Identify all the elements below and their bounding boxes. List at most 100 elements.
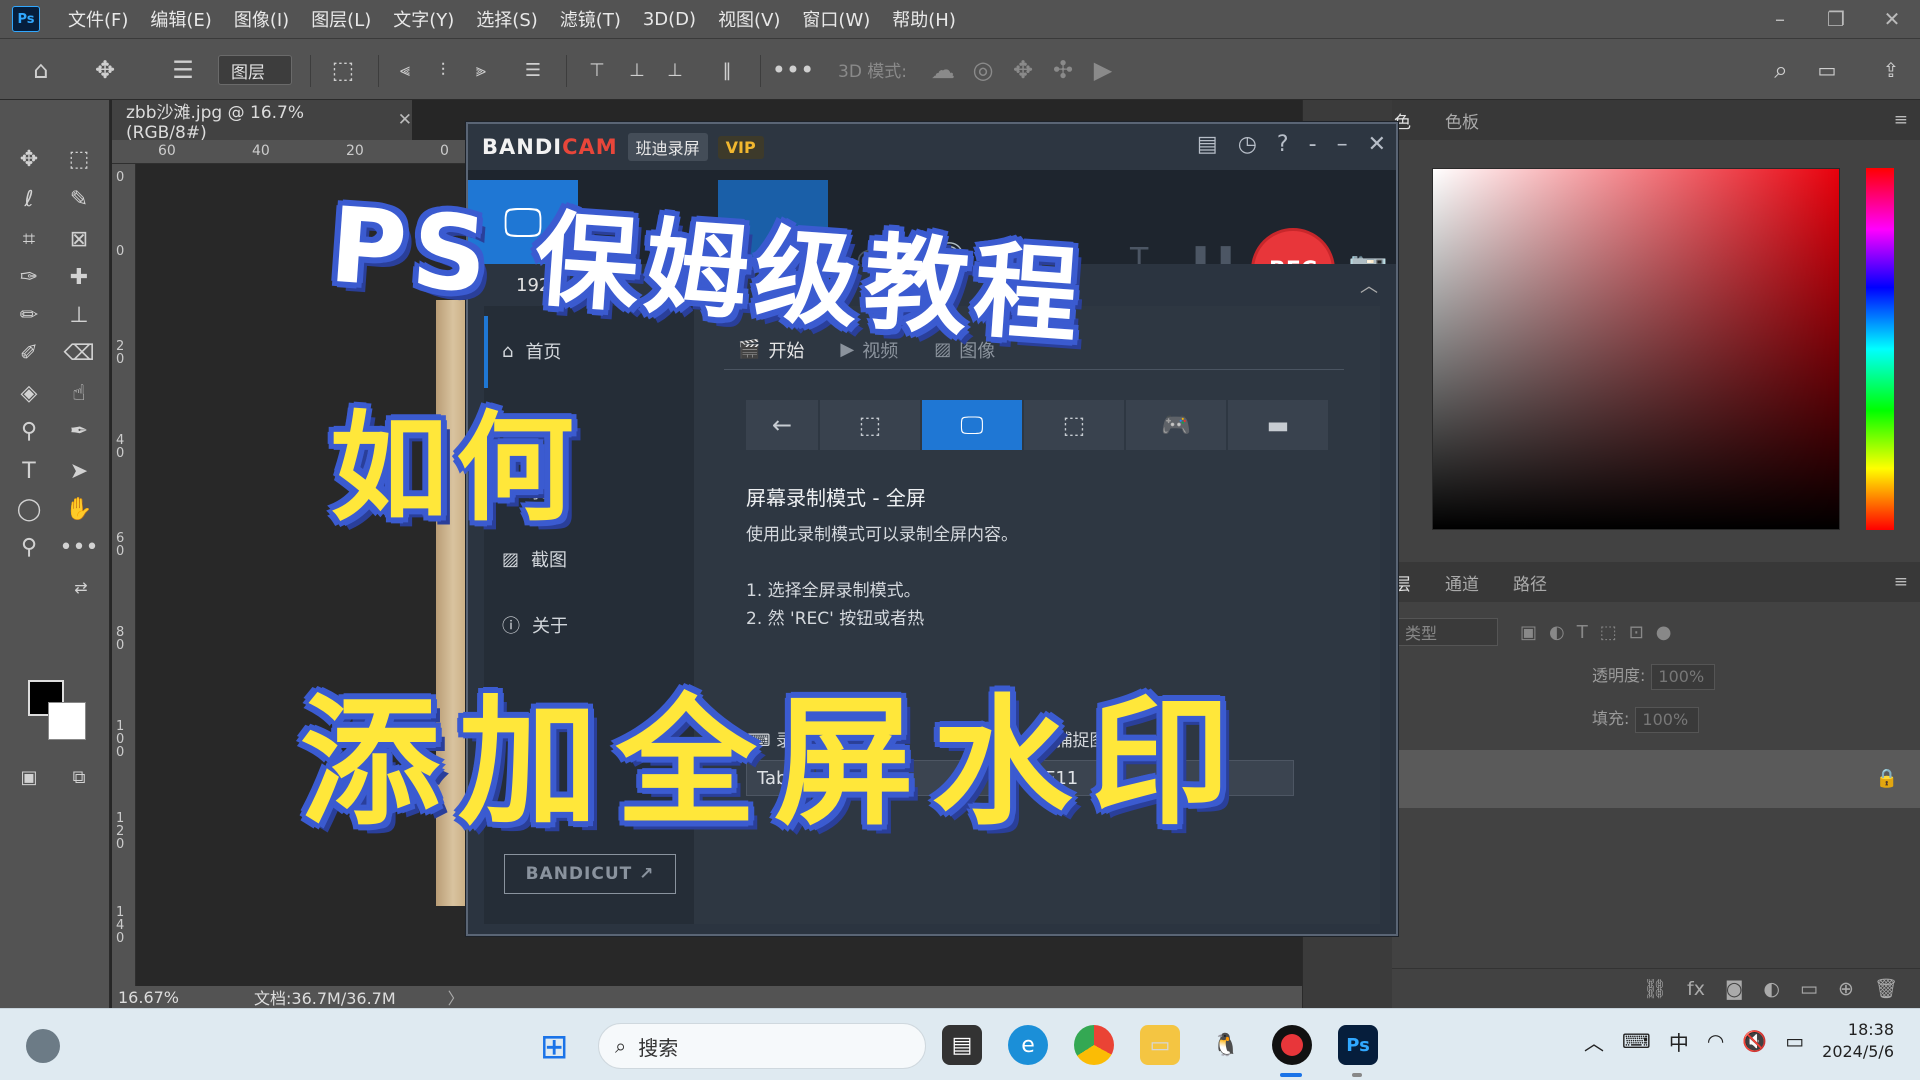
align-middle-icon[interactable]: ⊥ <box>618 51 656 89</box>
minimize-icon[interactable]: – <box>1752 7 1808 31</box>
collapse-icon[interactable]: - <box>1309 132 1317 157</box>
quick-select-icon[interactable]: ✎ <box>62 182 96 216</box>
mute-icon[interactable]: 🔇 <box>1742 1029 1767 1053</box>
chrome-icon[interactable] <box>1074 1025 1114 1065</box>
screen-mode-icon[interactable]: ⧉ <box>62 760 96 794</box>
menu-file[interactable]: 文件(F) <box>68 6 128 32</box>
zoom-level[interactable]: 16.67% <box>118 988 218 1007</box>
menu-view[interactable]: 视图(V) <box>718 6 780 32</box>
hdmi-mode-icon[interactable]: ▬ <box>1228 400 1328 450</box>
panel-menu-icon[interactable]: ≡ <box>1894 572 1908 592</box>
clock-icon[interactable]: ◷ <box>1238 132 1257 157</box>
align-center-icon[interactable]: ⫶ <box>424 51 462 89</box>
align-right-icon[interactable]: ⫸ <box>462 51 500 89</box>
fill-input[interactable]: 100% <box>1635 706 1700 733</box>
menu-filter[interactable]: 滤镜(T) <box>560 6 621 32</box>
eyedropper-icon[interactable]: ✑ <box>12 260 46 294</box>
path-select-icon[interactable]: ➤ <box>62 454 96 488</box>
move-tool-icon[interactable]: ✥ <box>12 142 46 176</box>
menu-image[interactable]: 图像(I) <box>234 6 289 32</box>
eraser-icon[interactable]: ⌫ <box>62 336 96 370</box>
tab-paths[interactable]: 路径 <box>1513 570 1547 595</box>
bandicut-button[interactable]: BANDICUT ↗ <box>504 854 676 894</box>
layer-style-icon[interactable]: fx <box>1687 978 1705 1000</box>
document-tab[interactable]: zbb沙滩.jpg @ 16.7%(RGB/8#) ✕ <box>112 100 412 143</box>
menu-select[interactable]: 选择(S) <box>476 6 537 32</box>
auto-select-icon[interactable]: ☰ <box>164 51 202 89</box>
menu-layer[interactable]: 图层(L) <box>311 6 371 32</box>
task-view-icon[interactable]: ▤ <box>942 1025 982 1065</box>
brush-tool-icon[interactable]: ✏ <box>12 298 46 332</box>
share-icon[interactable]: ⇪ <box>1872 51 1910 89</box>
chevron-up-icon[interactable]: ︿ <box>1584 1027 1604 1056</box>
type-tool-icon[interactable]: T <box>12 454 46 488</box>
edge-icon[interactable]: e <box>1008 1025 1048 1065</box>
ellipse-tool-icon[interactable]: ◯ <box>12 492 46 526</box>
adjustment-layer-icon[interactable]: ◐ <box>1763 978 1780 1000</box>
file-explorer-icon[interactable]: ▭ <box>1140 1025 1180 1065</box>
menu-help[interactable]: 帮助(H) <box>892 6 956 32</box>
chevron-right-icon[interactable]: 〉 <box>448 985 464 1009</box>
layer-filter-icons[interactable]: ▣◐T⬚⊡● <box>1520 622 1684 643</box>
restore-icon[interactable]: ❐ <box>1808 7 1864 31</box>
fullscreen-mode-icon[interactable]: 🖵 <box>922 400 1022 450</box>
back-arrow-icon[interactable]: ← <box>746 400 818 450</box>
clock[interactable]: 18:38 2024/5/6 <box>1822 1019 1894 1063</box>
hand-tool-icon[interactable]: ✋ <box>62 492 96 526</box>
game-mode-icon[interactable]: 🎮 <box>1126 400 1226 450</box>
minimize-icon[interactable]: – <box>1337 132 1348 157</box>
link-layers-icon[interactable]: ⛓ <box>1643 977 1667 1000</box>
stamp-tool-icon[interactable]: ⊥ <box>62 298 96 332</box>
lasso-tool-icon[interactable]: ℓ <box>12 182 46 216</box>
search-icon[interactable]: ⌕ <box>1762 51 1800 89</box>
help-icon[interactable]: ? <box>1277 132 1289 157</box>
delete-layer-icon[interactable]: 🗑 <box>1874 977 1898 1000</box>
paint-bucket-icon[interactable]: ◈ <box>12 376 46 410</box>
panel-menu-icon[interactable]: ≡ <box>1894 110 1908 130</box>
color-picker-field[interactable] <box>1432 168 1840 530</box>
more-tools-icon[interactable]: ••• <box>60 530 99 564</box>
sidebar-item-home[interactable]: ⌂ 首页 <box>502 338 561 364</box>
dodge-tool-icon[interactable]: ⚲ <box>12 414 46 448</box>
quick-mask-icon[interactable]: ▣ <box>12 760 46 794</box>
menu-3d[interactable]: 3D(D) <box>643 9 696 30</box>
frame-tool-icon[interactable]: ⊠ <box>62 222 96 256</box>
windows-start-icon[interactable]: ⊞ <box>540 1027 569 1067</box>
new-layer-icon[interactable]: ⊕ <box>1838 978 1854 1000</box>
distribute-vertical-icon[interactable]: ‖ <box>708 51 746 89</box>
ime-indicator[interactable]: 中 <box>1669 1027 1689 1056</box>
opacity-control[interactable]: 透明度: 100% <box>1592 662 1716 690</box>
marquee-tool-icon[interactable]: ⬚ <box>62 142 96 176</box>
smudge-icon[interactable]: ☝ <box>62 376 96 410</box>
close-icon[interactable]: ✕ <box>398 110 412 130</box>
transform-controls-icon[interactable]: ⬚ <box>324 51 362 89</box>
healing-brush-icon[interactable]: ✚ <box>62 260 96 294</box>
folder-icon[interactable]: ▤ <box>1197 132 1218 157</box>
tab-channels[interactable]: 通道 <box>1445 570 1479 595</box>
close-icon[interactable]: ✕ <box>1864 7 1920 31</box>
bandicam-taskbar-icon[interactable] <box>1272 1025 1312 1065</box>
auto-select-target-dropdown[interactable]: 图层 <box>218 55 292 85</box>
opacity-input[interactable]: 100% <box>1651 663 1716 690</box>
history-brush-icon[interactable]: ✐ <box>12 336 46 370</box>
wifi-icon[interactable]: ◠ <box>1707 1029 1724 1053</box>
align-top-icon[interactable]: ⊤ <box>578 51 616 89</box>
weather-icon[interactable] <box>26 1029 60 1063</box>
keyboard-icon[interactable]: ⌨ <box>1622 1029 1651 1053</box>
qq-icon[interactable]: 🐧 <box>1206 1025 1246 1065</box>
zoom-tool-icon[interactable]: ⚲ <box>12 530 46 564</box>
hue-slider[interactable] <box>1866 168 1894 530</box>
layer-row[interactable]: 🔒 <box>1392 750 1920 808</box>
fill-control[interactable]: 填充: 100% <box>1592 705 1700 733</box>
menu-type[interactable]: 文字(Y) <box>393 6 454 32</box>
align-bottom-icon[interactable]: ⊥ <box>656 51 694 89</box>
move-tool-icon[interactable]: ✥ <box>86 51 124 89</box>
around-mouse-mode-icon[interactable]: ⬚ <box>1024 400 1124 450</box>
align-left-icon[interactable]: ⫷ <box>386 51 424 89</box>
chevron-up-icon[interactable]: ︿ <box>1360 272 1378 298</box>
workspace-icon[interactable]: ▭ <box>1808 51 1846 89</box>
photoshop-taskbar-icon[interactable]: Ps <box>1338 1025 1378 1065</box>
tab-swatches[interactable]: 色板 <box>1445 108 1479 133</box>
pen-tool-icon[interactable]: ✒ <box>62 414 96 448</box>
layer-filter-dropdown[interactable]: 类型 <box>1398 618 1498 646</box>
